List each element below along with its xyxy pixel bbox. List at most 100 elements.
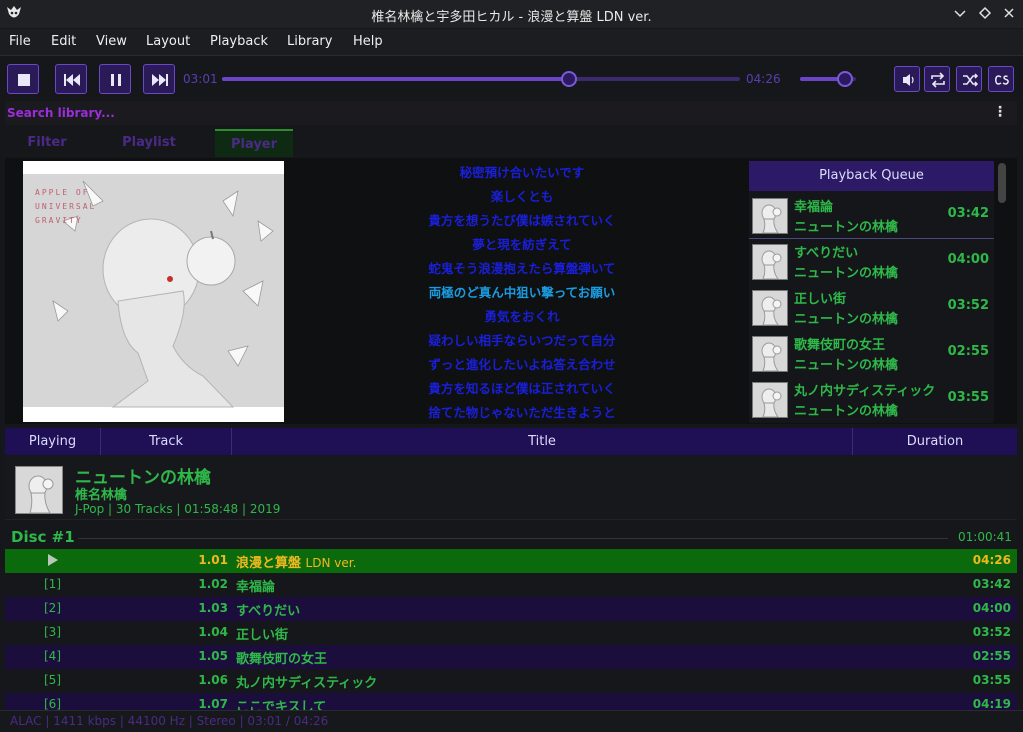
menu-bar: File Edit View Layout Playback Library H… [0,29,1023,56]
queue-position: [5] [44,673,61,687]
previous-button[interactable] [55,64,87,94]
track-row-playing[interactable]: 1.01 浪漫と算盤 LDN ver. 04:26 [5,549,1017,573]
track-title: 正しい街 [236,628,289,643]
search-bar: ⋮ [5,101,1017,125]
track-title: 幸福論 [236,580,276,595]
queue-item-title: 幸福論 [794,200,834,215]
tab-player[interactable]: Player [215,129,293,157]
album-cover-art: APPLE OF UNIVERSAL GRAVITY [23,161,284,422]
queue-item-cover [752,290,788,326]
track-row[interactable]: [2] 1.03 すべりだい 04:00 [5,597,1017,621]
queue-item[interactable]: すべりだい ニュートンの林檎 04:00 [749,239,994,285]
queue-item-duration: 03:55 [947,390,989,405]
queue-position: [3] [44,625,61,639]
queue-item-artist: ニュートンの林檎 [794,358,899,373]
lyric-line: 勇気をおくれ [484,309,560,324]
track-row[interactable]: [5] 1.06 丸ノ内サディスティック 03:55 [5,669,1017,693]
track-title: すべりだい [236,604,301,619]
queue-item[interactable]: 幸福論 ニュートンの林檎 03:42 [749,193,994,239]
track-number: 1.02 [198,577,228,591]
minimize-icon[interactable] [951,4,969,22]
lyric-line: 疑わしい相手ならいつだって自分 [428,333,616,348]
column-playing[interactable]: Playing [5,428,101,455]
scrobble-button[interactable] [988,66,1014,92]
track-row[interactable]: [3] 1.04 正しい街 03:52 [5,621,1017,645]
menu-edit[interactable]: Edit [51,34,76,49]
menu-help[interactable]: Help [353,34,383,49]
column-track[interactable]: Track [101,428,232,455]
queue-position: [4] [44,649,61,663]
queue-item-title: すべりだい [794,246,859,261]
elapsed-time: 03:01 [183,72,218,86]
track-title: 歌舞伎町の女王 [236,652,328,667]
column-title[interactable]: Title [232,428,853,455]
lyric-line: 秘密預け合いたいです [459,165,585,180]
disc-label: Disc #1 [11,528,75,546]
search-input[interactable] [7,102,987,124]
track-duration: 02:55 [972,649,1011,663]
menu-view[interactable]: View [96,34,127,49]
queue-item-duration: 03:52 [947,298,989,313]
svg-text:GRAVITY: GRAVITY [35,216,83,225]
queue-item-artist: ニュートンの林檎 [794,266,899,281]
menu-playback[interactable]: Playback [210,34,268,49]
lastfm-icon [995,75,1009,85]
stop-button[interactable] [7,64,39,94]
close-icon[interactable] [1000,4,1018,22]
total-time: 04:26 [746,72,781,86]
album-header: ニュートンの林檎 椎名林檎 J-Pop | 30 Tracks | 01:58:… [5,456,1017,520]
queue-scrollbar[interactable] [998,163,1006,203]
tab-playlist-organizer[interactable]: Playlist Organizer [84,129,214,178]
repeat-button[interactable] [924,66,950,92]
seek-bar-fill [222,77,570,81]
lyric-line: 貴方を知るほど僕は正されていく [428,381,616,396]
status-bar: ALAC | 1411 kbps | 44100 Hz | Stereo | 0… [0,710,1023,732]
menu-library[interactable]: Library [287,34,332,49]
queue-item-duration: 03:42 [947,206,989,221]
queue-header: Playback Queue [749,161,994,191]
queue-position: [6] [44,697,61,711]
pause-button[interactable] [99,64,131,94]
track-duration: 04:00 [972,601,1011,615]
svg-text:APPLE OF: APPLE OF [35,188,90,197]
menu-file[interactable]: File [9,34,31,49]
queue-item[interactable]: 歌舞伎町の女王 ニュートンの林檎 02:55 [749,331,994,377]
lyric-line: 貴方を想うたび僕は嫉されていく [428,213,616,228]
track-duration: 04:26 [972,553,1011,567]
volume-handle[interactable] [836,71,853,87]
seek-handle[interactable] [561,71,578,87]
queue-item[interactable]: 正しい街 ニュートンの林檎 03:52 [749,285,994,331]
title-bar: 椎名林檎と宇多田ヒカル - 浪漫と算盤 LDN ver. [0,0,1023,28]
track-number: 1.05 [198,649,228,663]
current-lyric-line: 両極のど真ん中狙い撃ってお願い [428,285,616,300]
stop-icon [18,74,30,86]
track-number: 1.04 [198,625,228,639]
column-duration[interactable]: Duration [853,428,1017,455]
skip-forward-icon [152,74,168,86]
album-thumbnail [15,466,63,514]
shuffle-button[interactable] [956,66,982,92]
track-row[interactable]: [4] 1.05 歌舞伎町の女王 02:55 [5,645,1017,669]
lyric-line: 蛇鬼そう浪漫抱えたら算盤弾いて [428,261,616,276]
queue-item-title: 丸ノ内サディスティック [794,384,936,399]
mute-button[interactable] [894,66,920,92]
track-number: 1.07 [198,697,228,711]
disc-divider [78,538,948,539]
skip-back-icon [64,74,80,86]
status-text: ALAC | 1411 kbps | 44100 Hz | Stereo | 0… [10,714,329,728]
maximize-icon[interactable] [976,4,994,22]
shuffle-icon [963,73,979,87]
queue-item-duration: 02:55 [947,344,989,359]
track-title: 丸ノ内サディスティック [236,676,378,691]
tab-filter[interactable]: Filter [16,129,78,157]
more-options-icon[interactable]: ⋮ [993,104,1007,120]
next-button[interactable] [143,64,175,94]
album-meta: J-Pop | 30 Tracks | 01:58:48 | 2019 [75,502,281,516]
queue-item[interactable]: 丸ノ内サディスティック ニュートンの林檎 03:55 [749,377,994,423]
disc-duration: 01:00:41 [958,530,1012,544]
tracklist-header: Playing Track Title Duration [5,428,1017,455]
queue-position: [2] [44,601,61,615]
track-row[interactable]: [1] 1.02 幸福論 03:42 [5,573,1017,597]
menu-layout[interactable]: Layout [146,34,190,49]
track-duration: 04:19 [972,697,1011,711]
